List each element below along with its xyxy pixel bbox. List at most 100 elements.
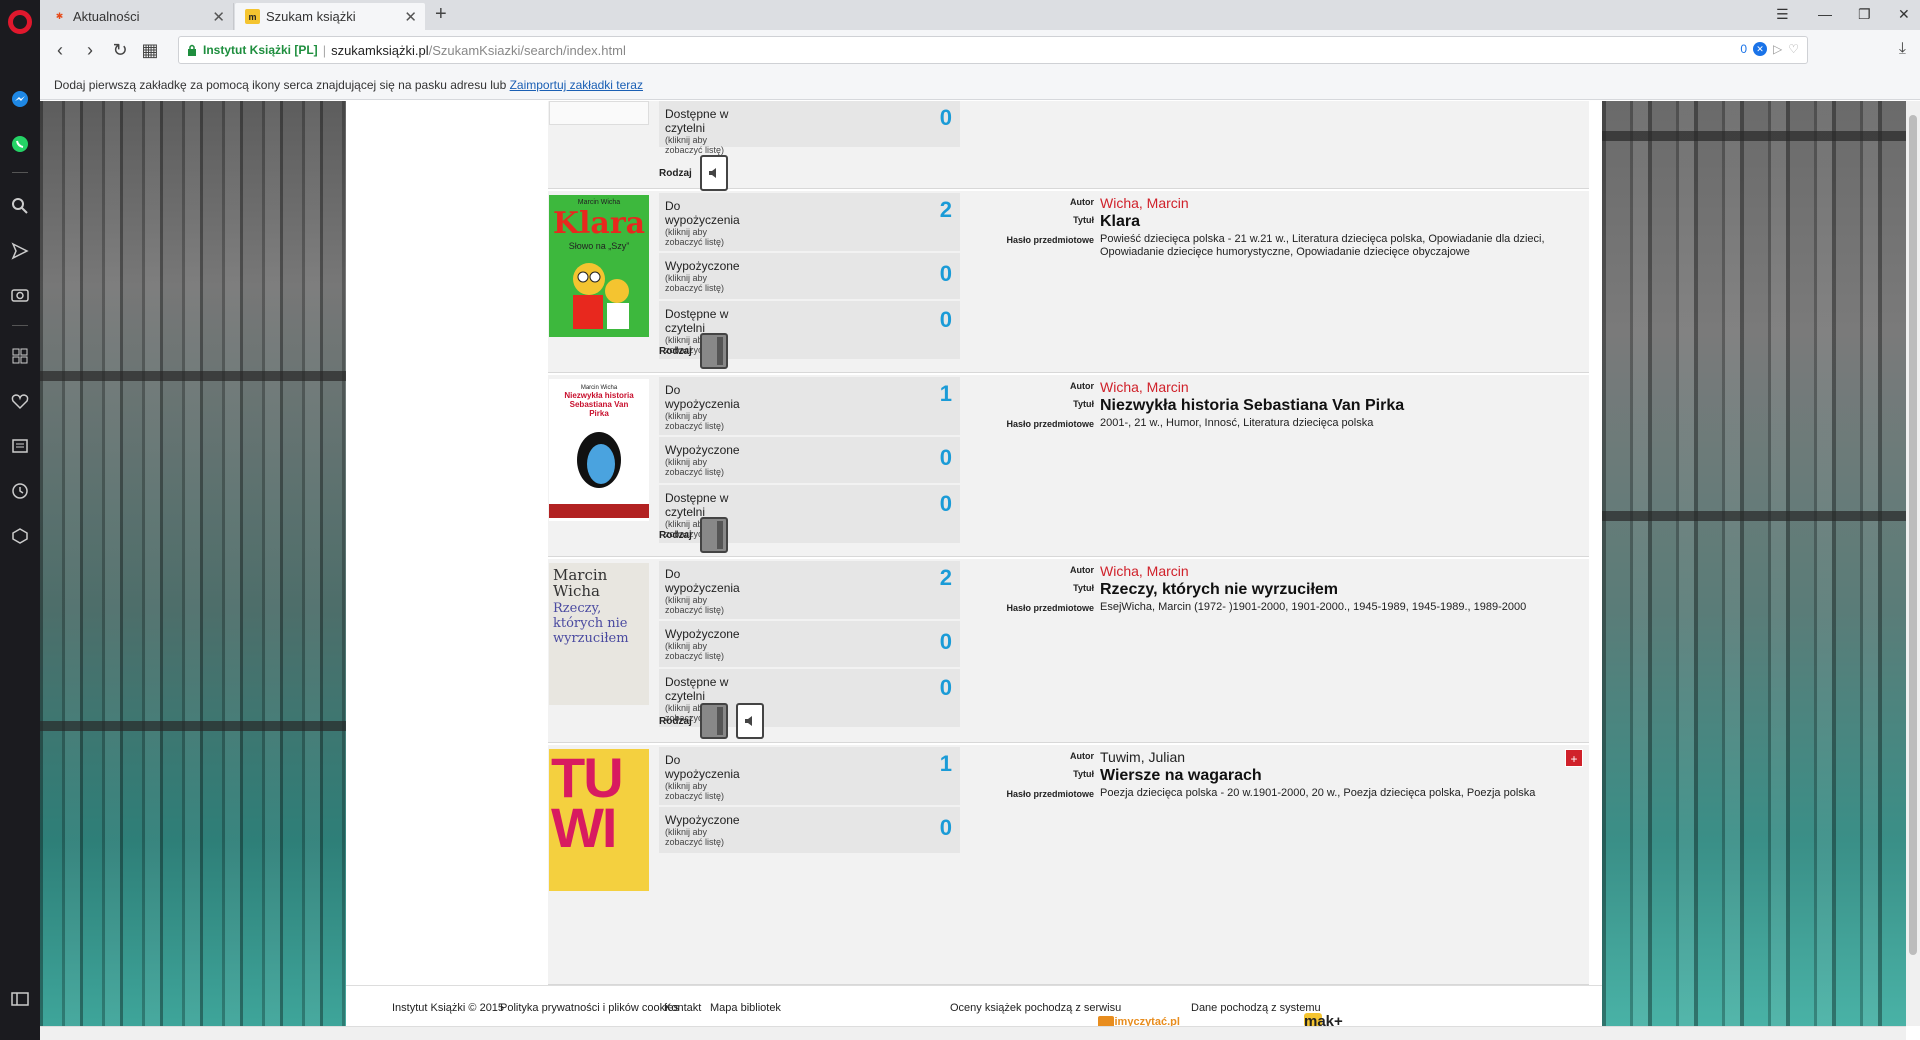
reading-room-count[interactable]: 0 <box>940 675 952 701</box>
available-count[interactable]: 1 <box>940 751 952 777</box>
available-label: Do wypożyczenia <box>665 199 740 227</box>
add-to-list-button[interactable]: + <box>1565 749 1583 767</box>
tab-label: Szukam książki <box>266 9 356 24</box>
result-item: Dostępne w czytelni (kliknij aby zobaczy… <box>548 101 1589 191</box>
messenger-icon[interactable] <box>9 88 31 110</box>
send-icon[interactable] <box>9 240 31 262</box>
author-link[interactable]: Wicha, Marcin <box>1100 379 1580 395</box>
title-key: Tytuł <box>1073 215 1094 225</box>
reading-room-box[interactable]: Dostępne w czytelni (kliknij aby zobaczy… <box>659 101 960 155</box>
loaned-box[interactable]: Wypożyczone (kliknij aby zobaczyć listę)… <box>659 253 960 301</box>
book-cover[interactable]: Marcin Wicha Niezwykła historia Sebastia… <box>549 379 649 521</box>
reading-room-count[interactable]: 0 <box>940 105 952 131</box>
available-count[interactable]: 2 <box>940 197 952 223</box>
scrollbar-thumb[interactable] <box>1909 115 1917 955</box>
ratings-source-text: Oceny książek pochodzą z serwisu <box>950 1002 1122 1014</box>
book-title[interactable]: Wiersze na wagarach <box>1100 767 1580 785</box>
horizontal-scrollbar[interactable] <box>40 1026 1906 1040</box>
download-icon[interactable]: ⤓ <box>1899 40 1906 58</box>
import-bookmarks-link[interactable]: Zaimportuj zakładki teraz <box>510 78 643 92</box>
mak-icon: m <box>245 9 260 24</box>
loaned-count[interactable]: 0 <box>940 815 952 841</box>
available-count[interactable]: 1 <box>940 381 952 407</box>
book-cover[interactable]: TUWI <box>549 749 649 891</box>
privacy-link[interactable]: Polityka prywatności i plików cookies <box>500 1002 679 1014</box>
reading-room-label: Dostępne w czytelni <box>665 107 729 135</box>
book-icon <box>699 517 728 553</box>
search-icon[interactable] <box>9 195 31 217</box>
result-item: TUWI Do wypożyczenia (kliknij aby zobacz… <box>548 745 1589 985</box>
book-cover[interactable]: Marcin Wicha Klara Słowo na „Szy” <box>549 195 649 337</box>
minimize-button[interactable]: — <box>1818 6 1832 22</box>
contact-link[interactable]: Kontakt <box>664 1002 701 1014</box>
reading-room-label: Dostępne w czytelni <box>665 675 729 703</box>
book-title[interactable]: Niezwykła historia Sebastiana Van Pirka <box>1100 397 1580 415</box>
hint-text: (kliknij aby zobaczyć listę) <box>665 827 725 847</box>
copyright-text: Instytut Książki © 2015 <box>392 1002 505 1014</box>
library-map-link[interactable]: Mapa bibliotek <box>710 1002 781 1014</box>
tab-menu-icon[interactable]: ☰ <box>1776 6 1789 23</box>
available-box[interactable]: Do wypożyczenia (kliknij aby zobaczyć li… <box>659 561 960 621</box>
available-count[interactable]: 2 <box>940 565 952 591</box>
history-icon[interactable] <box>9 480 31 502</box>
loaned-box[interactable]: Wypożyczone (kliknij aby zobaczyć listę)… <box>659 437 960 485</box>
cover-author: Marcin Wicha <box>553 566 608 600</box>
subject-key: Hasło przedmiotowe <box>1006 419 1094 429</box>
loaned-label: Wypożyczone <box>665 443 740 457</box>
book-cover[interactable]: Marcin Wicha Rzeczy, których nie wyrzuci… <box>549 563 649 705</box>
type-label: Rodzaj <box>659 167 692 179</box>
book-title[interactable]: Rzeczy, których nie wyrzuciłem <box>1100 581 1580 599</box>
speed-dial-icon[interactable]: ▦ <box>140 40 160 60</box>
available-box[interactable]: Do wypożyczenia (kliknij aby zobaczyć li… <box>659 747 960 807</box>
audiobook-icon <box>699 155 728 191</box>
opera-logo-icon[interactable] <box>8 10 32 34</box>
book-title[interactable]: Klara <box>1100 213 1580 231</box>
subjects: 2001-, 21 w., Humor, Innosć, Literatura … <box>1100 417 1374 429</box>
available-box[interactable]: Do wypożyczenia (kliknij aby zobaczyć li… <box>659 193 960 253</box>
reading-room-count[interactable]: 0 <box>940 307 952 333</box>
adblock-icon[interactable]: ✕ <box>1753 42 1767 56</box>
flow-send-icon[interactable]: ▷ <box>1773 42 1782 56</box>
close-icon[interactable]: ✕ <box>212 8 225 26</box>
adblock-count[interactable]: 0 <box>1740 42 1747 56</box>
author-link[interactable]: Wicha, Marcin <box>1100 563 1580 579</box>
whatsapp-icon[interactable] <box>9 133 31 155</box>
book-cover[interactable] <box>549 101 649 125</box>
new-tab-button[interactable]: + <box>435 3 447 26</box>
cover-title: TUWI <box>551 749 624 859</box>
camera-icon[interactable] <box>9 284 31 306</box>
subjects: Powieść dziecięca polska - 21 w.21 w., L… <box>1100 233 1545 258</box>
loaned-count[interactable]: 0 <box>940 261 952 287</box>
loaned-count[interactable]: 0 <box>940 445 952 471</box>
close-icon[interactable]: ✕ <box>404 8 417 26</box>
reading-room-count[interactable]: 0 <box>940 491 952 517</box>
extensions-icon[interactable] <box>9 525 31 547</box>
cover-title: Rzeczy, których nie wyrzuciłem <box>553 601 629 646</box>
tab-label: Aktualności <box>73 9 140 24</box>
url-field[interactable]: Instytut Książki [PL] | szukamksiążki.pl… <box>178 36 1808 64</box>
loaned-box[interactable]: Wypożyczone (kliknij aby zobaczyć listę)… <box>659 807 960 855</box>
tab-szukam-ksiazki[interactable]: m Szukam książki ✕ <box>235 3 425 30</box>
forward-button[interactable]: › <box>80 40 100 60</box>
tab-aktualnosci[interactable]: ✱ Aktualności ✕ <box>42 3 234 30</box>
joomla-icon: ✱ <box>55 11 64 21</box>
vertical-scrollbar[interactable] <box>1906 101 1920 1026</box>
url-path: /SzukamKsiazki/search/index.html <box>428 42 626 58</box>
bookmark-heart-icon[interactable]: ♡ <box>1788 42 1799 56</box>
speed-dial-icon[interactable] <box>9 345 31 367</box>
author-link[interactable]: Tuwim, Julian <box>1100 749 1580 765</box>
news-icon[interactable] <box>9 435 31 457</box>
available-box[interactable]: Do wypożyczenia (kliknij aby zobaczyć li… <box>659 377 960 437</box>
loaned-box[interactable]: Wypożyczone (kliknij aby zobaczyć listę)… <box>659 621 960 669</box>
loaned-count[interactable]: 0 <box>940 629 952 655</box>
reload-button[interactable]: ↻ <box>110 40 130 60</box>
heart-icon[interactable] <box>9 390 31 412</box>
author-link[interactable]: Wicha, Marcin <box>1100 195 1580 211</box>
type-row: Rodzaj <box>659 333 728 369</box>
close-window-button[interactable]: ✕ <box>1898 6 1910 23</box>
loaned-label: Wypożyczone <box>665 627 740 641</box>
back-button[interactable]: ‹ <box>50 40 70 60</box>
loaned-label: Wypożyczone <box>665 813 740 827</box>
sidebar-toggle-icon[interactable] <box>9 988 31 1010</box>
restore-button[interactable]: ❐ <box>1858 6 1871 23</box>
